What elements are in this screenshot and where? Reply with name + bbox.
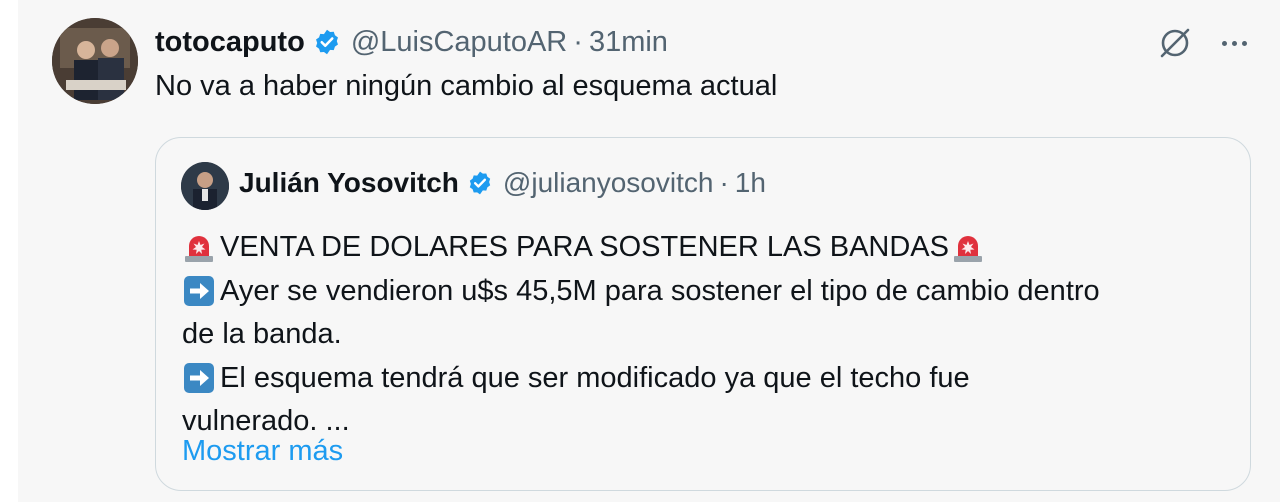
quoted-text: VENTA DE DOLARES PARA SOSTENER LAS BANDA…	[182, 226, 1232, 444]
right-arrow-icon	[182, 274, 216, 308]
rotating-light-icon	[182, 231, 216, 265]
header-separator: ·	[573, 25, 583, 58]
tweet[interactable]: totocaputo @LuisCaputoAR · 31min No va a…	[18, 0, 1280, 502]
quoted-separator: ·	[719, 167, 729, 198]
avatar[interactable]	[52, 18, 138, 104]
quoted-header: Julián Yosovitch @julianyosovitch · 1h	[239, 167, 766, 199]
quoted-line-text: de la banda.	[182, 318, 342, 350]
quoted-handle[interactable]: @julianyosovitch	[503, 167, 714, 199]
quoted-line-text: Ayer se vendieron u$s 45,5M para sostene…	[220, 274, 1100, 307]
quoted-line-text: El esquema tendrá que ser modificado ya …	[220, 361, 970, 394]
user-handle[interactable]: @LuisCaputoAR	[351, 26, 567, 59]
quoted-tweet[interactable]: Julián Yosovitch @julianyosovitch · 1h V…	[155, 137, 1251, 491]
quoted-verified-badge-icon	[467, 170, 493, 196]
display-name[interactable]: totocaputo	[155, 26, 305, 59]
rotating-light-icon	[951, 231, 985, 265]
show-more-link[interactable]: Mostrar más	[182, 435, 343, 468]
quoted-line-text: VENTA DE DOLARES PARA SOSTENER LAS BANDA…	[220, 231, 949, 263]
left-gutter	[0, 0, 18, 502]
quoted-display-name[interactable]: Julián Yosovitch	[239, 167, 459, 199]
grok-icon[interactable]	[1157, 25, 1193, 61]
right-arrow-icon	[182, 361, 216, 395]
tweet-header: totocaputo @LuisCaputoAR · 31min	[155, 20, 668, 64]
more-options-icon[interactable]	[1214, 28, 1254, 58]
quoted-line: de la banda.	[182, 313, 1232, 357]
tweet-screenshot: totocaputo @LuisCaputoAR · 31min No va a…	[0, 0, 1280, 502]
verified-badge-icon	[313, 28, 341, 56]
tweet-text: No va a haber ningún cambio al esquema a…	[155, 70, 778, 102]
quoted-line: El esquema tendrá que ser modificado ya …	[182, 357, 1232, 401]
quoted-time[interactable]: 1h	[735, 167, 766, 199]
quoted-line: VENTA DE DOLARES PARA SOSTENER LAS BANDA…	[182, 226, 1232, 270]
quoted-avatar[interactable]	[181, 162, 229, 210]
quoted-line: Ayer se vendieron u$s 45,5M para sostene…	[182, 270, 1232, 314]
tweet-time[interactable]: 31min	[589, 26, 668, 59]
